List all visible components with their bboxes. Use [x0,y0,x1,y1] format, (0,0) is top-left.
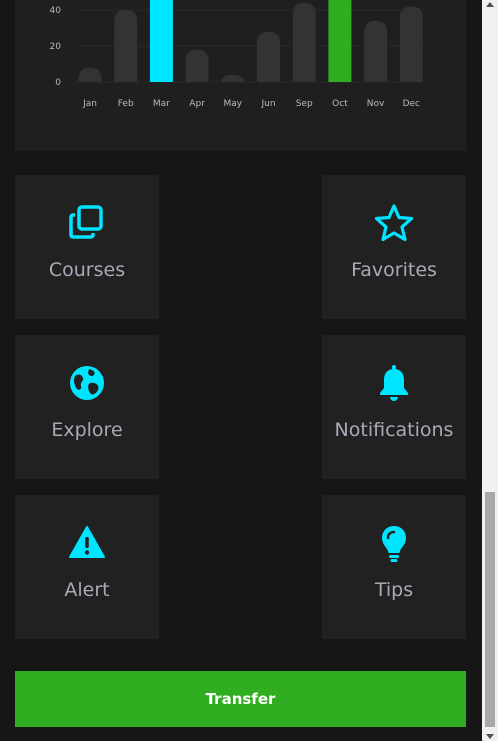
notifications-tile[interactable]: Notifications [322,335,466,479]
x-tick-label: Jun [260,99,275,109]
star-icon [374,204,414,242]
x-tick-label: Sep [296,99,313,109]
globe-icon [70,366,104,400]
chart-bar-dec[interactable] [399,6,423,82]
chart-bar-nov[interactable] [364,20,388,82]
tips-label: Tips [374,579,414,601]
chart-bar-may[interactable] [221,74,245,82]
monthly-chart-card: 0 20 40 Jan Feb Mar Apr May Jun Sep Oct Nov Dec [15,0,466,151]
scroll-up-arrow-icon[interactable] [486,2,494,7]
bell-icon [380,365,408,401]
tips-tile[interactable]: Tips [322,495,466,639]
x-tick-label: Apr [189,99,205,109]
bar-chart: 0 20 40 Jan Feb Mar Apr May Jun Sep Oct Nov Dec [50,0,425,109]
y-tick-label: 20 [50,42,62,52]
favorites-tile[interactable]: Favorites [322,175,466,319]
chart-bar-apr[interactable] [185,49,209,82]
chart-bar-mar[interactable] [149,0,173,82]
lightbulb-icon [382,526,406,562]
chart-bar-jan[interactable] [78,67,102,82]
x-tick-label: May [223,99,242,109]
y-tick-label: 40 [50,6,62,16]
courses-label: Courses [48,259,126,281]
chart-bar-jun[interactable] [257,31,280,82]
y-tick-label: 0 [55,78,61,88]
vertical-scrollbar[interactable] [482,0,498,741]
chart-bar-sep[interactable] [292,2,316,82]
scroll-down-arrow-icon[interactable] [486,734,494,739]
scrollbar-thumb[interactable] [485,492,495,727]
alert-tile[interactable]: Alert [15,495,159,639]
warning-icon [69,526,105,558]
x-tick-label: Nov [367,99,385,109]
courses-tile[interactable]: Courses [15,175,159,319]
alert-label: Alert [64,579,110,601]
notifications-label: Notifications [334,419,454,441]
x-tick-label: Dec [403,99,420,109]
copy-icon [69,205,103,239]
x-tick-label: Jan [82,99,97,109]
transfer-button[interactable]: Transfer [15,671,466,727]
chart-bar-feb[interactable] [114,10,138,82]
explore-label: Explore [51,419,123,441]
explore-tile[interactable]: Explore [15,335,159,479]
x-tick-label: Oct [332,99,348,109]
chart-bar-oct[interactable] [328,0,352,82]
x-tick-label: Feb [118,99,134,109]
x-tick-label: Mar [153,99,170,109]
favorites-label: Favorites [351,259,437,281]
